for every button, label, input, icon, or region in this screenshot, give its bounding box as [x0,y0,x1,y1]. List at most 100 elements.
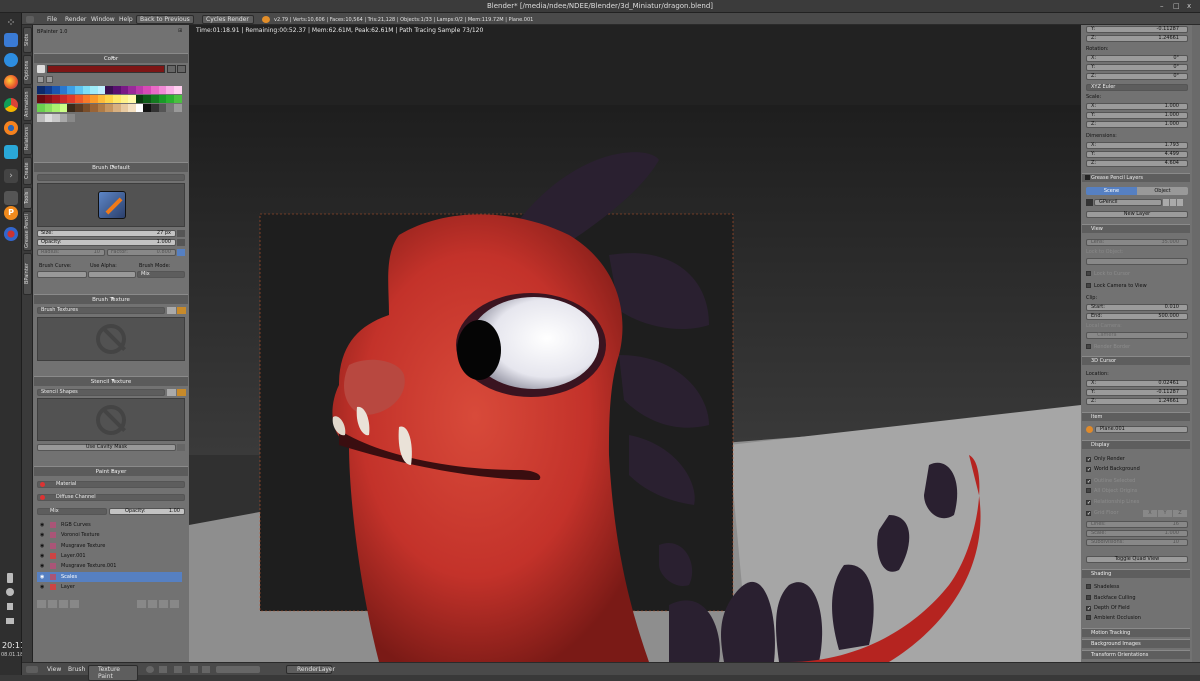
pivot-icon[interactable] [159,666,167,673]
brush-preview[interactable] [37,183,185,227]
visibility-eye-icon[interactable]: ◉ [40,561,44,571]
app-icon[interactable] [4,191,18,205]
tab-grease-pencil[interactable]: Grease Pencil [23,211,32,251]
scene-layers[interactable] [216,666,260,673]
grease-pencil-layers-header[interactable]: Grease Pencil Layers [1082,173,1190,182]
menu-view[interactable]: View [47,666,61,673]
panel-pin-icon[interactable]: ⊞ [178,28,182,34]
rotation-y-field[interactable]: Y: 0° [1086,64,1188,71]
brush-curve-button[interactable] [37,271,87,278]
lock-camera-checkbox[interactable]: Lock Camera to View [1086,283,1147,290]
view-header[interactable]: View [1082,224,1190,233]
tab-options[interactable]: Options [23,55,32,85]
render-engine-select[interactable]: Cycles Render [202,15,254,24]
app-icon[interactable] [4,227,18,241]
toggle-quad-view-button[interactable]: Toggle Quad View [1086,556,1188,563]
render-layer-select[interactable]: RenderLayer [286,665,335,674]
grid-lines-field[interactable]: Lines: 16 [1086,521,1188,528]
panel-toggle-icon[interactable] [1085,175,1090,180]
backface-culling-checkbox[interactable]: Backface Culling [1086,595,1136,602]
color-panel-header[interactable]: ▾ Color [34,53,188,63]
menu-help[interactable]: Help [119,16,133,23]
dimensions-z-field[interactable]: Z: 4.604 [1086,160,1188,167]
channel-select[interactable]: Diffuse Channel [37,494,185,501]
brush-search-field[interactable] [37,174,185,181]
visibility-eye-icon[interactable]: ◉ [40,541,44,551]
stencil-preview[interactable] [37,398,185,441]
stencil-panel-header[interactable]: ▾ Stencil Texture [34,376,188,386]
brush-texture-panel-header[interactable]: ▾ Brush Texture [34,294,188,304]
layer-row[interactable]: ◉ Musgrave Texture [37,541,182,551]
rotation-mode-select[interactable]: XYZ Euler [1086,84,1188,91]
scale-x-field[interactable]: X: 1.000 [1086,103,1188,110]
layer-blend-select[interactable]: Mix [37,508,107,515]
eyedropper-icon[interactable] [37,65,45,73]
move-up-icon[interactable] [159,600,168,608]
tab-relations[interactable]: Relations [23,123,32,155]
mask-icon[interactable] [202,666,210,673]
fake-user-icon[interactable] [1163,199,1169,206]
world-background-checkbox[interactable]: ✓ World Background [1086,466,1140,473]
stencil-texture-select[interactable]: Stencil Shapes [37,389,165,396]
item-name-field[interactable]: Plane.001 [1095,426,1188,433]
material-select[interactable]: Material [37,481,185,488]
settings-icon[interactable] [177,444,185,451]
depth-of-field-checkbox[interactable]: ✓ Depth Of Field [1086,605,1130,612]
rotation-x-field[interactable]: X: 0° [1086,55,1188,62]
messenger-icon[interactable] [4,53,18,67]
move-down-icon[interactable] [170,600,179,608]
ambient-occlusion-checkbox[interactable]: Ambient Occlusion [1086,615,1141,622]
folder-icon[interactable] [177,307,186,314]
palette-swatch[interactable] [67,113,76,122]
chrome-icon[interactable] [4,98,18,112]
brush-panel-header[interactable]: ▾ Brush Default [34,162,188,172]
tab-tools[interactable]: Tools [23,187,32,209]
brush-size-field[interactable]: Size: 27 px [37,230,176,237]
editor-type-icon[interactable] [26,666,38,673]
mask-icon[interactable] [190,666,198,673]
tab-slots[interactable]: Slots [23,27,32,53]
tab-animation[interactable]: Animation [23,87,32,121]
file-manager-icon[interactable] [4,33,18,47]
item-header[interactable]: Item [1082,412,1190,421]
folder-icon[interactable] [177,389,186,396]
render-border-checkbox[interactable]: Render Border [1086,344,1130,351]
terminal-icon[interactable]: › [4,169,18,183]
use-alpha-toggle[interactable] [88,271,136,278]
scale-y-field[interactable]: Y: 1.000 [1086,112,1188,119]
settings-icon[interactable] [177,65,186,73]
background-images-header[interactable]: Background Images [1082,639,1190,648]
back-to-previous-button[interactable]: Back to Previous [136,15,194,24]
visibility-eye-icon[interactable]: ◉ [40,520,44,530]
only-render-checkbox[interactable]: ✓ Only Render [1086,456,1125,463]
visibility-eye-icon[interactable]: ◉ [40,551,44,561]
factor-field[interactable]: Factor: 0.800 [107,249,176,256]
menu-brush[interactable]: Brush [68,666,85,673]
shading-header[interactable]: Shading [1082,569,1190,578]
location-y-field[interactable]: Y: -0.11287 [1086,26,1188,33]
palette-swatch[interactable] [173,86,182,94]
duplicate-layer-icon[interactable] [48,600,57,608]
unlink-icon[interactable] [1177,199,1183,206]
color-palette[interactable] [37,86,183,146]
cursor-y-field[interactable]: Y: -0.11287 [1086,389,1188,396]
layer-settings-icon[interactable] [70,600,79,608]
brush-opacity-field[interactable]: Opacity: 1.000 [37,239,176,246]
all-origins-checkbox[interactable]: All Object Origins [1086,488,1137,495]
menu-window[interactable]: Window [91,16,115,23]
pcloud-icon[interactable]: P [4,206,18,220]
visibility-eye-icon[interactable]: ◉ [40,582,44,592]
layer-row[interactable]: ◉ Layer.001 [37,551,182,561]
gp-name-field[interactable]: GPencil [1094,199,1162,206]
rotation-z-field[interactable]: Z: 0° [1086,73,1188,80]
layer-opacity-field[interactable]: Opacity: 1.00 [109,508,185,515]
app-launcher-icon[interactable]: ⁘ [4,16,18,30]
brush-texture-preview[interactable] [37,317,185,361]
color-picker-icon[interactable] [167,65,176,73]
layer-row[interactable]: ◉ Layer [37,582,182,592]
menu-file[interactable]: File [47,16,57,23]
grid-z-toggle[interactable]: Z [1173,510,1187,517]
shadeless-checkbox[interactable]: Shadeless [1086,584,1119,591]
firefox-icon[interactable] [4,75,18,89]
tab-bpainter[interactable]: BPainter [23,253,32,295]
